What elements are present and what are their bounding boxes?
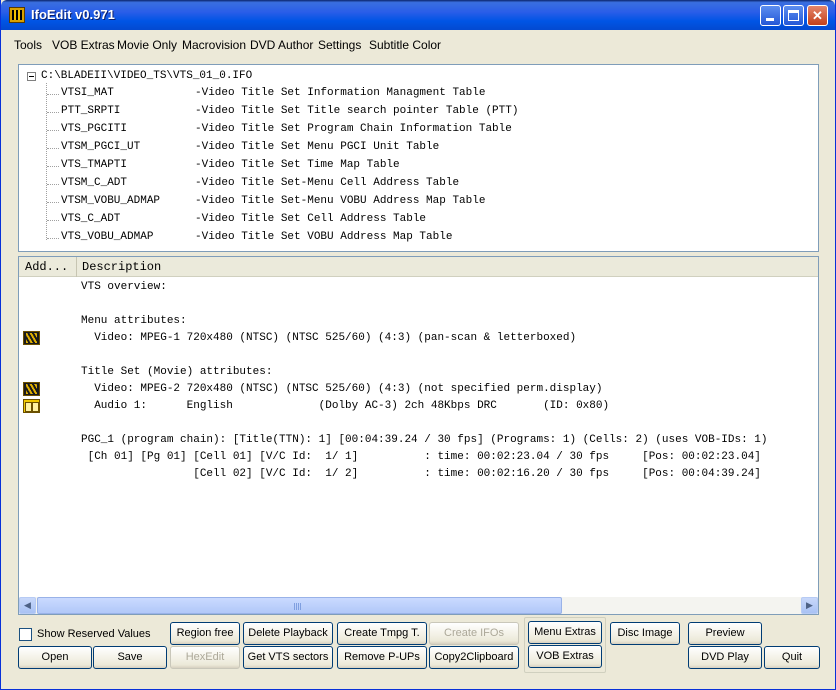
create-tmpg-button[interactable]: Create Tmpg T. bbox=[337, 622, 427, 645]
detail-list-view[interactable]: Add... Description VTS overview: Menu at… bbox=[18, 256, 819, 615]
film-icon bbox=[23, 331, 40, 345]
close-icon: ✕ bbox=[812, 8, 823, 23]
list-line[interactable]: [Ch 01] [Pg 01] [Cell 01] [V/C Id: 1/ 1]… bbox=[81, 451, 761, 468]
list-line[interactable]: [Cell 02] [V/C Id: 1/ 2] : time: 00:02:1… bbox=[81, 468, 761, 485]
minimize-button[interactable] bbox=[760, 5, 781, 26]
title-bar[interactable]: IfoEdit v0.971 ✕ bbox=[1, 0, 835, 30]
tree-item-name: VTSM_VOBU_ADMAP bbox=[61, 195, 161, 207]
menu-settings[interactable]: Settings bbox=[318, 38, 361, 52]
horizontal-scrollbar[interactable]: ◀ ▶ bbox=[19, 597, 818, 614]
scroll-thumb[interactable] bbox=[37, 597, 562, 614]
tree-branch bbox=[47, 202, 59, 203]
create-ifos-button[interactable]: Create IFOs bbox=[429, 622, 519, 645]
tree-item-desc: -Video Title Set Cell Address Table bbox=[195, 213, 427, 225]
menu-vob-extras[interactable]: VOB Extras bbox=[52, 38, 115, 52]
tree-item-desc: -Video Title Set VOBU Address Map Table bbox=[195, 231, 453, 243]
delete-playback-button[interactable]: Delete Playback bbox=[243, 622, 333, 645]
ifo-tree-view[interactable]: C:\BLADEII\VIDEO_TS\VTS_01_0.IFO VTSI_MA… bbox=[18, 64, 819, 252]
menu-bar: Tools VOB Extras Movie Only Macrovision … bbox=[1, 30, 835, 58]
tree-branch bbox=[47, 238, 59, 239]
column-header-add[interactable]: Add... bbox=[19, 257, 77, 277]
dvd-play-button[interactable]: DVD Play bbox=[688, 646, 762, 669]
get-vts-sectors-button[interactable]: Get VTS sectors bbox=[243, 646, 333, 669]
tree-item-name: VTSM_C_ADT bbox=[61, 177, 128, 189]
tree-item-desc: -Video Title Set Time Map Table bbox=[195, 159, 400, 171]
tree-item-desc: -Video Title Set Program Chain Informati… bbox=[195, 123, 512, 135]
region-free-button[interactable]: Region free bbox=[170, 622, 240, 645]
menu-dvd-author[interactable]: DVD Author bbox=[250, 38, 313, 52]
tree-item-name: VTSM_PGCI_UT bbox=[61, 141, 141, 153]
tree-item-desc: -Video Title Set-Menu VOBU Address Map T… bbox=[195, 195, 486, 207]
list-header: Add... Description bbox=[19, 257, 818, 277]
maximize-button[interactable] bbox=[783, 5, 804, 26]
audio-icon bbox=[23, 399, 40, 413]
grip-icon bbox=[294, 603, 302, 610]
list-line[interactable]: Menu attributes: bbox=[81, 315, 187, 332]
tree-branch bbox=[47, 184, 59, 185]
preview-button[interactable]: Preview bbox=[688, 622, 762, 645]
tree-item-name: VTS_TMAPTI bbox=[61, 159, 128, 171]
maximize-icon bbox=[788, 10, 799, 21]
menu-subtitle-color[interactable]: Subtitle Color bbox=[369, 38, 441, 52]
minimize-icon bbox=[766, 18, 774, 21]
list-line[interactable]: Video: MPEG-1 720x480 (NTSC) (NTSC 525/6… bbox=[81, 332, 576, 349]
list-line[interactable]: VTS overview: bbox=[81, 281, 167, 298]
collapse-icon[interactable] bbox=[27, 72, 36, 81]
tree-branch bbox=[47, 94, 59, 95]
open-button[interactable]: Open bbox=[18, 646, 92, 669]
tree-branch bbox=[47, 148, 59, 149]
film-icon bbox=[23, 382, 40, 396]
copy2clipboard-button[interactable]: Copy2Clipboard bbox=[429, 646, 519, 669]
tree-branch bbox=[47, 166, 59, 167]
remove-pups-button[interactable]: Remove P-UPs bbox=[337, 646, 427, 669]
menu-tools[interactable]: Tools bbox=[14, 38, 42, 52]
show-reserved-label[interactable]: Show Reserved Values bbox=[37, 628, 151, 640]
tree-branch bbox=[47, 112, 59, 113]
quit-button[interactable]: Quit bbox=[764, 646, 820, 669]
main-window: IfoEdit v0.971 ✕ Tools VOB Extras Movie … bbox=[0, 0, 836, 690]
tree-item-desc: -Video Title Set Information Managment T… bbox=[195, 87, 486, 99]
tree-item-name: VTSI_MAT bbox=[61, 87, 114, 99]
close-button[interactable]: ✕ bbox=[807, 5, 828, 26]
column-header-description[interactable]: Description bbox=[77, 257, 818, 277]
tree-item-desc: -Video Title Set Menu PGCI Unit Table bbox=[195, 141, 440, 153]
tree-item-name: PTT_SRPTI bbox=[61, 105, 121, 117]
menu-extras-button[interactable]: Menu Extras bbox=[528, 621, 602, 644]
app-icon[interactable] bbox=[9, 7, 25, 23]
tree-item-name: VTS_VOBU_ADMAP bbox=[61, 231, 154, 243]
window-title: IfoEdit v0.971 bbox=[31, 7, 115, 22]
tree-item-name: VTS_C_ADT bbox=[61, 213, 121, 225]
list-line[interactable]: PGC_1 (program chain): [Title(TTN): 1] [… bbox=[81, 434, 768, 451]
tree-connector bbox=[46, 83, 47, 240]
disc-image-button[interactable]: Disc Image bbox=[610, 622, 680, 645]
list-line[interactable]: Audio 1: English (Dolby AC-3) 2ch 48Kbps… bbox=[81, 400, 609, 417]
scroll-right-button[interactable]: ▶ bbox=[801, 597, 818, 614]
vob-extras-button[interactable]: VOB Extras bbox=[528, 645, 602, 668]
tree-item-desc: -Video Title Set Title search pointer Ta… bbox=[195, 105, 519, 117]
tree-item-name: VTS_PGCITI bbox=[61, 123, 128, 135]
tree-branch bbox=[47, 130, 59, 131]
list-line[interactable]: Title Set (Movie) attributes: bbox=[81, 366, 272, 383]
tree-root-path[interactable]: C:\BLADEII\VIDEO_TS\VTS_01_0.IFO bbox=[41, 70, 252, 82]
menu-macrovision[interactable]: Macrovision bbox=[182, 38, 246, 52]
scroll-left-button[interactable]: ◀ bbox=[19, 597, 36, 614]
tree-item-desc: -Video Title Set-Menu Cell Address Table bbox=[195, 177, 460, 189]
save-button[interactable]: Save bbox=[93, 646, 167, 669]
hexedit-button[interactable]: HexEdit bbox=[170, 646, 240, 669]
tree-branch bbox=[47, 220, 59, 221]
menu-movie-only[interactable]: Movie Only bbox=[117, 38, 177, 52]
list-line[interactable]: Video: MPEG-2 720x480 (NTSC) (NTSC 525/6… bbox=[81, 383, 602, 400]
show-reserved-checkbox[interactable] bbox=[19, 628, 32, 641]
